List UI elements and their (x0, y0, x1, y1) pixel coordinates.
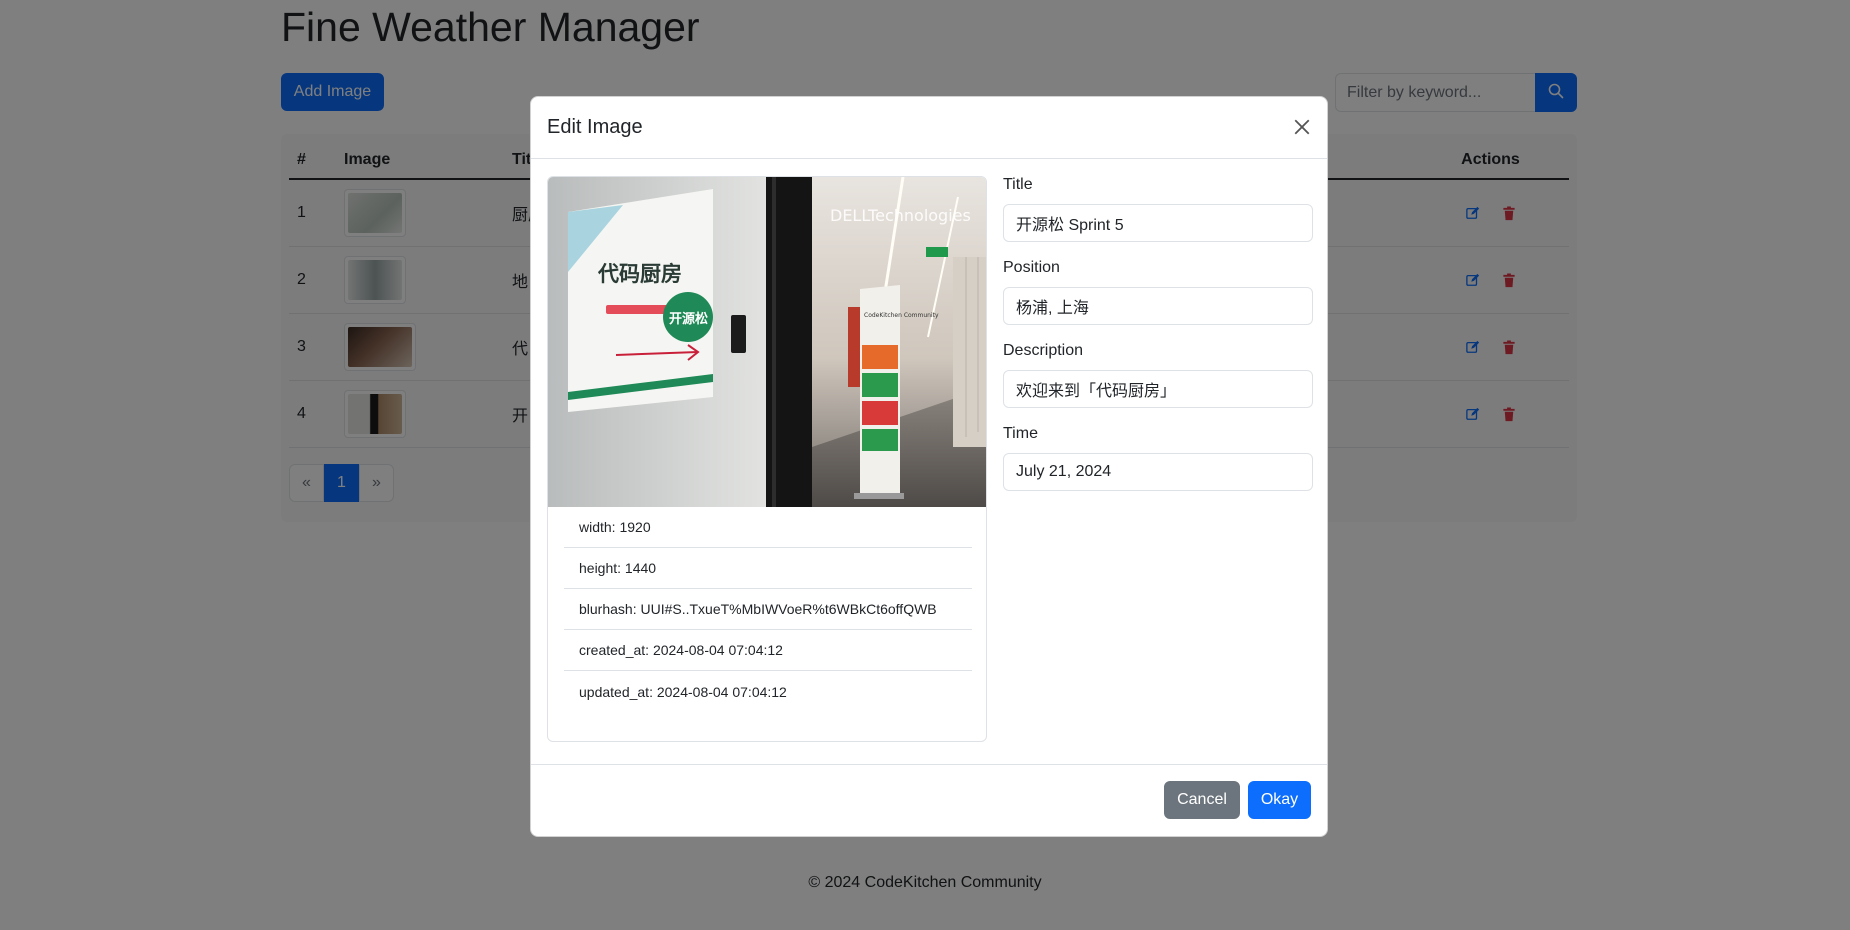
description-group: Description (1003, 342, 1313, 408)
sign-text: 代码厨房 (597, 262, 682, 286)
title-label: Title (1003, 176, 1033, 193)
edit-image-form: Title Position Description Time (1003, 176, 1313, 508)
image-preview: 代码厨房 开源松 DELLTechnologies CodeKitchen Co… (548, 177, 986, 507)
image-preview-card: 代码厨房 开源松 DELLTechnologies CodeKitchen Co… (547, 176, 987, 742)
okay-button[interactable]: Okay (1248, 781, 1311, 819)
banner-text: CodeKitchen Community (864, 312, 939, 319)
sign-badge-text: 开源松 (669, 311, 708, 327)
description-field[interactable] (1003, 370, 1313, 408)
meta-created-at: created_at: 2024-08-04 07:04:12 (564, 630, 972, 671)
title-field[interactable] (1003, 204, 1313, 242)
edit-image-modal: Edit Image 代码厨房 开源松 DELLTechnologies Cod… (530, 96, 1328, 837)
meta-updated-at: updated_at: 2024-08-04 07:04:12 (579, 683, 787, 700)
close-icon (1293, 118, 1311, 139)
photo-brand-text: DELLTechnologies (830, 206, 971, 225)
time-field[interactable] (1003, 453, 1313, 491)
modal-header: Edit Image (531, 97, 1327, 159)
close-button[interactable] (1291, 117, 1313, 139)
time-label: Time (1003, 425, 1038, 442)
position-group: Position (1003, 259, 1313, 325)
description-label: Description (1003, 342, 1084, 359)
meta-width: width: 1920 (564, 507, 972, 548)
position-label: Position (1003, 259, 1060, 276)
title-group: Title (1003, 176, 1313, 242)
modal-footer: Cancel Okay (531, 764, 1327, 836)
time-group: Time (1003, 425, 1313, 491)
position-field[interactable] (1003, 287, 1313, 325)
meta-height: height: 1440 (564, 548, 972, 589)
modal-title: Edit Image (547, 116, 643, 138)
photo-illustration: 代码厨房 开源松 DELLTechnologies CodeKitchen Co… (548, 177, 986, 507)
cancel-button[interactable]: Cancel (1164, 781, 1240, 819)
image-metadata-list: width: 1920 height: 1440 blurhash: UUI#S… (564, 507, 972, 712)
meta-blurhash: blurhash: UUI#S..TxueT%MbIWVoeR%t6WBkCt6… (564, 589, 972, 630)
